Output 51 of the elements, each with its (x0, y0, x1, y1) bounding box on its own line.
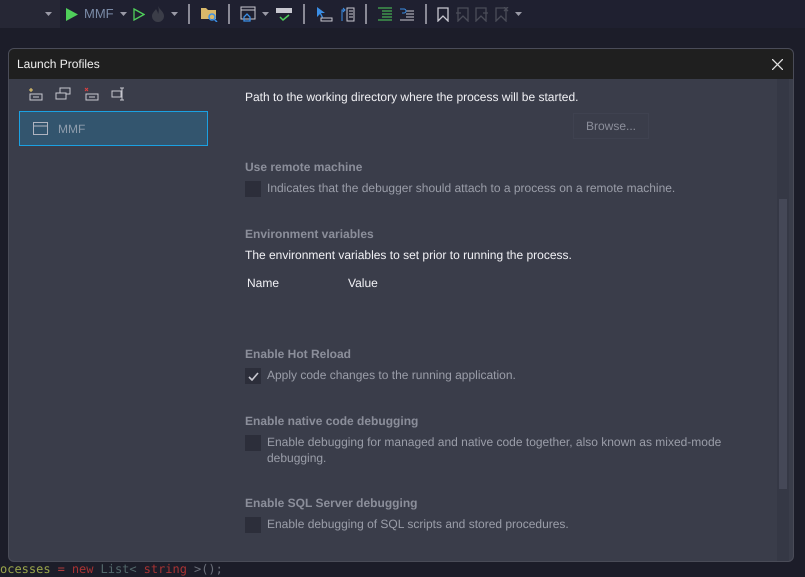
outline-play-icon[interactable] (132, 8, 145, 20)
copy-profile-icon[interactable] (55, 87, 71, 101)
delete-profile-icon[interactable] (83, 87, 99, 101)
dialog-title: Launch Profiles (17, 56, 100, 73)
window-home-icon[interactable] (240, 6, 256, 22)
cursor-icon[interactable] (314, 6, 333, 22)
check-icon (248, 372, 258, 380)
bookmark-next-icon (474, 6, 489, 22)
code-token: >(); (194, 562, 223, 577)
indent-icon[interactable] (376, 7, 393, 21)
code-token: = (58, 562, 65, 577)
spell-check-icon[interactable] (274, 6, 293, 22)
checkbox-label: Enable debugging of SQL scripts and stored procedures. (267, 516, 570, 532)
checkbox-label: Indicates that the debugger should attach to a process on a remote machine. (267, 180, 676, 196)
section-description: The environment variables to set prior to running the process. (245, 247, 573, 264)
checkbox-label: Apply code changes to the running application. (267, 367, 517, 383)
code-token: ocesses (0, 562, 51, 577)
code-token: List< (100, 562, 137, 577)
list-arrow-icon[interactable] (338, 6, 355, 22)
run-target-label[interactable]: MMF (84, 4, 114, 24)
caret-icon[interactable] (262, 12, 269, 16)
section-description: Path to the working directory where the process will be started. (245, 89, 580, 106)
browse-button[interactable]: Browse... (573, 113, 650, 139)
bookmark-icon[interactable] (436, 6, 449, 22)
section-heading: Enable Hot Reload (245, 346, 352, 363)
code-token: string (144, 562, 187, 577)
scrollbar[interactable] (777, 79, 789, 561)
section-heading: Enable SQL Server debugging (245, 495, 418, 512)
section-heading: Environment variables (245, 226, 375, 244)
close-icon[interactable] (772, 58, 783, 70)
section-heading: Enable native code debugging (245, 413, 420, 430)
section-heading: Use remote machine (245, 159, 364, 176)
caret-icon[interactable] (45, 12, 52, 16)
play-icon[interactable] (66, 8, 78, 20)
rename-profile-icon[interactable] (111, 87, 127, 101)
column-header: Value (348, 275, 379, 292)
flame-icon (150, 6, 165, 22)
code-token: new (72, 562, 94, 577)
window-icon (33, 122, 48, 135)
caret-icon[interactable] (120, 12, 127, 16)
checkbox[interactable] (245, 368, 261, 384)
new-profile-icon[interactable] (27, 87, 43, 101)
bookmark-previous-icon (454, 6, 469, 22)
undo-indent-icon[interactable] (398, 7, 415, 21)
folder-search-icon[interactable] (200, 6, 218, 22)
profile-item[interactable]: MMF (19, 111, 208, 146)
bookmark-clear-icon (494, 6, 509, 22)
checkbox-label: Enable debugging for managed and native code together, also known as mixed-mode debugging. (267, 434, 722, 466)
caret-icon[interactable] (170, 12, 178, 16)
column-header: Name (247, 275, 280, 292)
caret-icon[interactable] (514, 12, 522, 16)
